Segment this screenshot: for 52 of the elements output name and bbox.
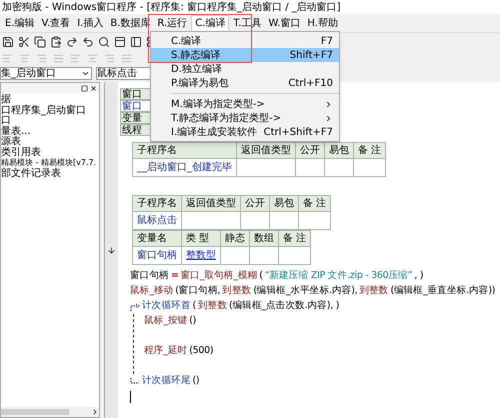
menu-option-label: M.编译为指定类型->	[171, 98, 265, 112]
menu-option-label: I.编译生成安装软件	[171, 126, 258, 140]
code-token: , )	[414, 269, 424, 284]
table-header: 返回值类型	[236, 142, 296, 158]
code-token: (	[259, 269, 263, 284]
code-token: 鼠标_移动	[130, 284, 174, 298]
shortcut-label: Ctrl+Shift+F7	[264, 126, 333, 140]
table-header: 备 注	[298, 196, 331, 212]
code-token: 到整数	[359, 284, 388, 298]
table-header: 易包	[270, 196, 298, 212]
code-token: 鼠标_按键	[144, 314, 188, 328]
code-token: (窗口句柄,	[175, 284, 220, 298]
shortcut-label: F7	[320, 34, 333, 48]
shortcut-label: Ctrl+F10	[288, 76, 333, 90]
menu-option-label: S.静态编译	[171, 48, 221, 62]
table-header: 子程序名	[132, 142, 236, 158]
table-header: 公开	[240, 196, 270, 212]
code-token: 到整数	[198, 299, 228, 314]
menu-option-label: T.静态编译为指定类型->	[171, 112, 282, 126]
code-token: 计次循环尾	[142, 374, 191, 388]
code-token: ()	[192, 374, 200, 388]
table-header: 备 注	[278, 230, 311, 246]
menu-option-label: P.编译为易包	[171, 76, 229, 90]
code-token: (	[192, 299, 196, 314]
code-token: 到整数	[222, 284, 252, 298]
table-header: 备 注	[354, 142, 386, 158]
code-token: 计次循环首	[142, 299, 191, 314]
code-token: 窗口_取句柄_模糊	[180, 269, 258, 284]
table-header: 易包	[324, 142, 354, 158]
code-token: (编辑框_垂直坐标.内容))	[390, 284, 496, 298]
table-cell: 窗口句柄	[132, 246, 182, 264]
code-token: (编辑框_点击次数.内容), )	[229, 299, 340, 314]
table-cell: __启动窗口_创建完毕	[132, 158, 236, 176]
menu-option-label: C.编译	[171, 34, 202, 48]
code-token: ()	[189, 314, 196, 328]
shortcut-label: Shift+F7	[290, 48, 333, 62]
table-header: 类 型	[182, 230, 220, 246]
table-header: 数组	[250, 230, 278, 246]
table-cell: 整数型	[182, 246, 220, 264]
window-title: 加密狗版 - Windows窗口程序 - [程序集: 窗口程序集_启动窗口 / _启动窗口]	[2, 0, 341, 14]
table-header: 返回值类型	[182, 196, 240, 212]
code-token: (500)	[189, 344, 214, 358]
table-header: 公开	[296, 142, 324, 158]
table-header: 静态	[220, 230, 250, 246]
code-token: =	[170, 269, 178, 284]
code-token: “新建压缩 ZIP 文件.zip - 360压缩”	[264, 269, 412, 284]
table-header: 变量名	[132, 230, 182, 246]
code-token: 窗口句柄	[130, 269, 169, 284]
menu-option-label: D.独立编译	[171, 62, 222, 76]
code-token: (编辑框_水平坐标.内容),	[253, 284, 358, 298]
table-header: 子程序名	[132, 196, 182, 212]
code-token: 程序_延时	[144, 344, 188, 358]
